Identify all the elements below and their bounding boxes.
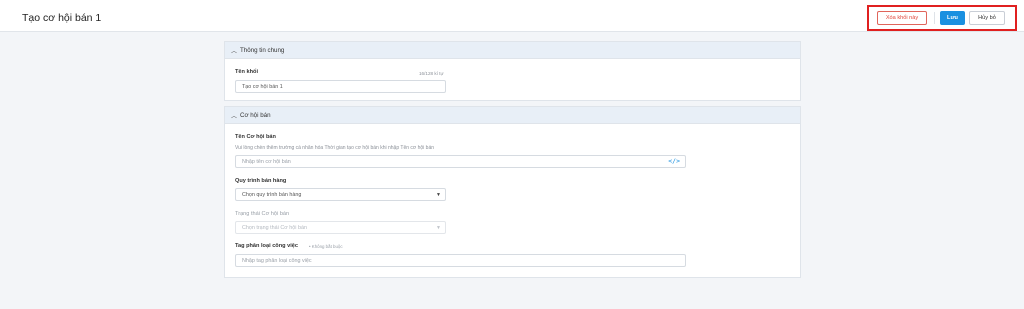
page-title: Tạo cơ hội bán 1	[22, 12, 102, 24]
sales-process-select[interactable]: Chọn quy trình bán hàng ▼	[235, 188, 446, 201]
header-divider	[934, 12, 935, 24]
task-tag-label: Tag phân loại công việc	[235, 243, 298, 249]
block-name-label: Tên khối	[235, 69, 258, 75]
sales-process-value: Chọn quy trình bán hàng	[242, 191, 302, 198]
block-name-counter: 16/128 kí tự	[419, 71, 444, 76]
opportunity-header[interactable]: ︿ Cơ hội bán	[225, 107, 800, 124]
task-tag-optional: • Không bắt buộc	[309, 244, 343, 249]
sales-process-label: Quy trình bán hàng	[235, 178, 287, 184]
opportunity-name-placeholder: Nhập tên cơ hội bán	[242, 158, 291, 165]
cancel-button[interactable]: Hủy bỏ	[969, 11, 1005, 25]
save-button[interactable]: Lưu	[940, 11, 965, 25]
block-name-input[interactable]: Tạo cơ hội bán 1	[235, 80, 446, 93]
task-tag-input[interactable]: Nhập tag phân loại công việc	[235, 254, 686, 267]
opportunity-status-value: Chọn trạng thái Cơ hội bán	[242, 224, 307, 231]
opportunity-status-select: Chọn trạng thái Cơ hội bán ▼	[235, 221, 446, 234]
caret-down-icon: ▼	[436, 225, 441, 231]
chevron-up-icon[interactable]: ︿	[231, 46, 240, 55]
opportunity-name-input[interactable]: Nhập tên cơ hội bán </>	[235, 155, 686, 168]
caret-down-icon: ▼	[436, 192, 441, 198]
general-info-title: Thông tin chung	[240, 46, 285, 54]
code-icon[interactable]: </>	[668, 157, 680, 165]
opportunity-card: ︿ Cơ hội bán Tên Cơ hội bán Vui lòng chè…	[224, 106, 801, 278]
delete-block-button[interactable]: Xóa khối này	[877, 11, 927, 25]
chevron-up-icon[interactable]: ︿	[231, 111, 240, 120]
opportunity-name-hint: Vui lòng chèn thêm trường cá nhân hóa Th…	[235, 145, 434, 151]
general-info-card: ︿ Thông tin chung Tên khối 16/128 kí tự …	[224, 41, 801, 101]
opportunity-status-label: Trạng thái Cơ hội bán	[235, 211, 290, 217]
opportunity-name-label: Tên Cơ hội bán	[235, 134, 276, 140]
opportunity-title: Cơ hội bán	[240, 111, 271, 119]
general-info-header[interactable]: ︿ Thông tin chung	[225, 42, 800, 59]
